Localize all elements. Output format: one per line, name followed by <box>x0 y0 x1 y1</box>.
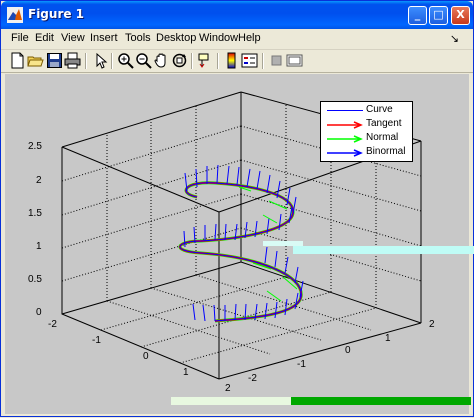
x-tick-label: 2 <box>225 383 231 394</box>
z-tick-label: 0.5 <box>28 274 42 285</box>
y-tick-label: 0 <box>345 345 351 356</box>
figure-window: Figure 1 _ □ X File Edit View Insert Too… <box>0 0 474 417</box>
z-tick-label: 1.5 <box>28 208 42 219</box>
legend-label: Binormal <box>366 146 406 157</box>
y-tick-label: -1 <box>297 359 306 370</box>
legend-label: Normal <box>366 132 399 143</box>
binormal-arrow-icon <box>327 149 363 157</box>
x-tick-label: -1 <box>92 335 101 346</box>
legend-label: Curve <box>366 104 393 115</box>
axis-box-floor-right <box>218 322 422 380</box>
curve-line-swatch <box>327 110 363 111</box>
legend-item-normal: Normal <box>321 132 414 146</box>
x-tick-label: 0 <box>143 351 149 362</box>
axis-box-front <box>61 147 220 380</box>
axis-box-top-front <box>61 146 220 213</box>
legend-label: Tangent <box>366 118 402 129</box>
y-tick-label: 1 <box>385 333 391 344</box>
legend-item-curve: Curve <box>321 104 414 118</box>
normal-arrow-icon <box>327 135 363 143</box>
z-tick-label: 1 <box>36 241 42 252</box>
tangent-arrow-icon <box>327 121 363 129</box>
y-tick-label: 2 <box>429 319 435 330</box>
z-tick-label: 2 <box>36 175 42 186</box>
z-tick-label: 0 <box>36 307 42 318</box>
y-tick-label: -2 <box>248 373 257 384</box>
plot-legend[interactable]: Curve Tangent Normal Binormal <box>320 101 413 162</box>
z-tick-label: 2.5 <box>28 141 42 152</box>
legend-item-binormal: Binormal <box>321 146 414 160</box>
axes-3d[interactable] <box>1 1 474 418</box>
legend-item-tangent: Tangent <box>321 118 414 132</box>
x-tick-label: 1 <box>183 367 189 378</box>
x-tick-label: -2 <box>48 319 57 330</box>
